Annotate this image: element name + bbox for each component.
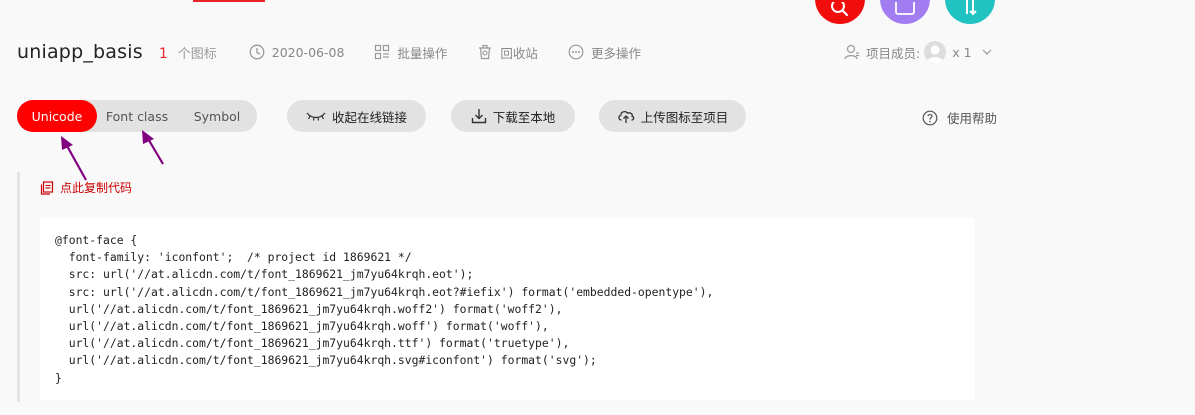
- more-ops-button[interactable]: 更多操作: [568, 43, 641, 62]
- collapse-online-link-button[interactable]: 收起在线链接: [287, 100, 426, 132]
- chevron-down-icon: [982, 49, 991, 55]
- cloud-upload-icon: [618, 111, 635, 123]
- download-local-label: 下载至本地: [492, 109, 556, 125]
- annotation-arrows: [61, 130, 164, 181]
- collapse-online-link-label: 收起在线链接: [331, 109, 407, 125]
- swap-icon: [966, 0, 977, 16]
- eye-closed-icon: [306, 112, 326, 121]
- batch-icon: [375, 44, 390, 60]
- copy-icon: [40, 180, 54, 195]
- avatar: [924, 41, 947, 63]
- search-button[interactable]: [815, 0, 865, 24]
- code-block[interactable]: @font-face { font-family: 'iconfont'; /*…: [40, 218, 975, 400]
- active-nav-underline: [193, 0, 265, 2]
- annotation-arrowhead-font-class: [142, 130, 154, 144]
- upload-icons-label: 上传图标至项目: [640, 109, 729, 125]
- swap-button[interactable]: [945, 0, 995, 24]
- user-icon: [844, 44, 859, 60]
- font-face-code: @font-face { font-family: 'iconfont'; /*…: [55, 233, 714, 385]
- batch-ops-button[interactable]: 批量操作: [374, 43, 447, 62]
- created-date: 2020-06-08: [249, 44, 345, 60]
- project-members[interactable]: 项目成员: x 1: [844, 40, 992, 64]
- search-icon: [831, 2, 849, 16]
- members-label: 项目成员:: [866, 45, 921, 61]
- avatar-icon: [927, 45, 944, 63]
- download-local-button[interactable]: 下载至本地: [451, 100, 575, 132]
- more-ops-label: 更多操作: [590, 45, 641, 61]
- more-icon: [568, 44, 584, 60]
- recycle-bin-button[interactable]: 回收站: [477, 43, 538, 62]
- date-text: 2020-06-08: [271, 44, 345, 60]
- trash-icon: [479, 44, 492, 60]
- upload-icons-button[interactable]: 上传图标至项目: [599, 100, 746, 132]
- help-link[interactable]: 使用帮助: [922, 108, 997, 127]
- add-icon: [895, 2, 915, 15]
- copy-code-link[interactable]: 点此复制代码: [40, 179, 132, 196]
- help-label: 使用帮助: [947, 111, 998, 126]
- clock-icon: [249, 44, 265, 60]
- add-button[interactable]: [880, 0, 930, 24]
- recycle-bin-label: 回收站: [500, 45, 538, 61]
- batch-ops-label: 批量操作: [397, 45, 448, 61]
- members-count: x 1: [952, 44, 972, 60]
- download-icon: [471, 109, 486, 124]
- copy-code-label: 点此复制代码: [60, 181, 133, 195]
- help-circle-icon: [922, 110, 938, 125]
